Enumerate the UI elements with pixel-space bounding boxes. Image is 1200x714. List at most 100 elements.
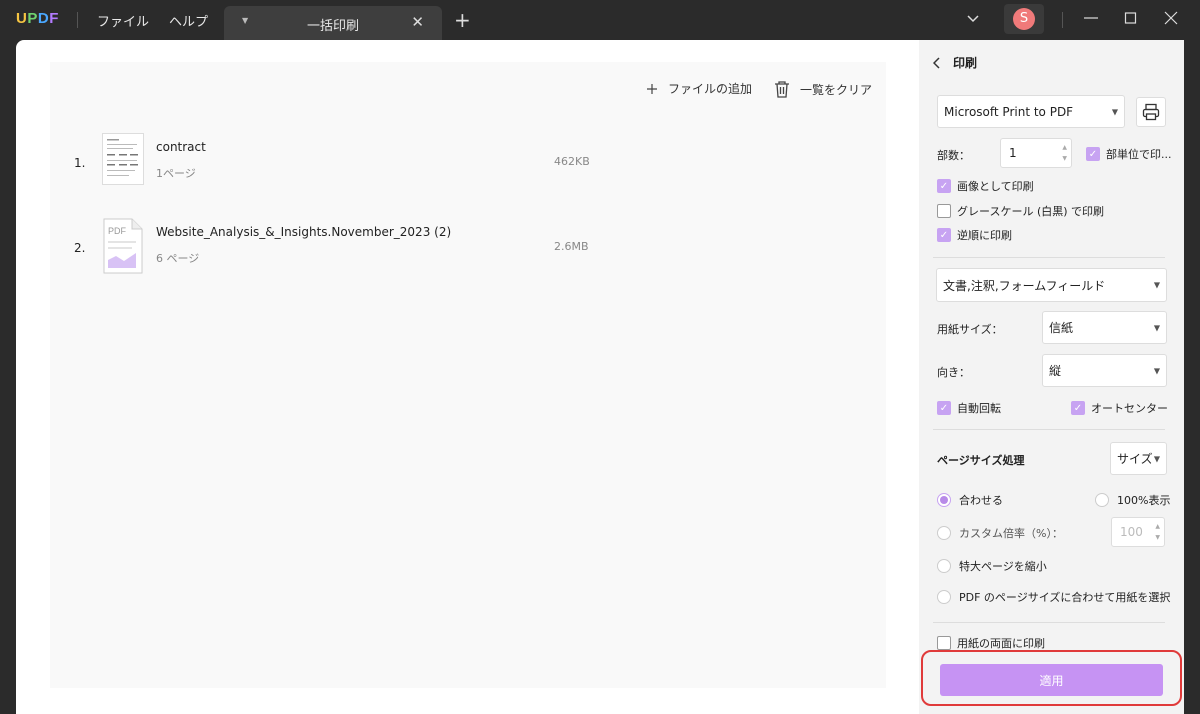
actual-size-radio[interactable]: 100%表示: [1095, 492, 1170, 508]
shrink-oversized-radio[interactable]: 特大ページを縮小: [937, 558, 1047, 574]
list-item[interactable]: 1. contract 1ページ 462KB: [50, 128, 886, 198]
clear-list-button[interactable]: 一覧をクリア: [774, 80, 872, 98]
collate-checkbox[interactable]: ✓ 部単位で印...: [1086, 146, 1172, 162]
menu-file[interactable]: ファイル: [97, 11, 149, 30]
caret-icon: ▼: [1153, 323, 1160, 332]
actual-size-label: 100%表示: [1117, 494, 1171, 507]
checkmark-icon: ✓: [1071, 401, 1085, 415]
duplex-label: 用紙の両面に印刷: [957, 637, 1045, 650]
clear-list-label: 一覧をクリア: [800, 82, 873, 97]
auto-rotate-checkbox[interactable]: ✓ 自動回転: [937, 400, 1001, 416]
orientation-value: 縦: [1049, 364, 1062, 378]
fit-radio[interactable]: 合わせる: [937, 492, 1003, 508]
page-size-handling-heading: ページサイズ処理: [937, 454, 1025, 467]
radio-empty-icon: [937, 590, 951, 604]
stepper-arrows-icon[interactable]: ▲ ▼: [1155, 521, 1160, 543]
printer-select[interactable]: Microsoft Print to PDF ▼: [937, 95, 1125, 128]
caret-icon: ▼: [1111, 107, 1118, 116]
account-button[interactable]: S: [1004, 4, 1044, 34]
auto-center-checkbox[interactable]: ✓ オートセンター: [1071, 400, 1168, 416]
file-size: 462KB: [554, 155, 590, 168]
minimize-icon[interactable]: [1083, 8, 1099, 28]
file-name: contract: [156, 140, 206, 154]
radio-empty-icon: [937, 559, 951, 573]
title-divider: [77, 12, 78, 28]
duplex-checkbox[interactable]: 用紙の両面に印刷: [937, 635, 1045, 651]
orientation-select[interactable]: 縦 ▼: [1042, 354, 1167, 387]
paper-size-label: 用紙サイズ：: [937, 323, 1003, 336]
divider: [933, 257, 1165, 258]
file-size: 2.6MB: [554, 240, 589, 253]
page-size-mode-value: サイズ: [1117, 452, 1153, 466]
choose-paper-label: PDF のページサイズに合わせて用紙を選択: [959, 591, 1171, 604]
custom-scale-label: カスタム倍率（%）：: [959, 527, 1063, 540]
orientation-label: 向き：: [937, 366, 970, 379]
page-count: 6 ページ: [156, 252, 200, 265]
choose-paper-radio[interactable]: PDF のページサイズに合わせて用紙を選択: [937, 589, 1170, 605]
shrink-oversized-label: 特大ページを縮小: [959, 560, 1047, 573]
checkbox-empty-icon: [937, 204, 951, 218]
custom-scale-stepper[interactable]: 100 ▲ ▼: [1111, 517, 1165, 547]
caret-icon: ▼: [1153, 366, 1160, 375]
tab-title: 一括印刷: [306, 19, 359, 34]
caret-icon: ▼: [1153, 454, 1160, 463]
radio-empty-icon: [1095, 493, 1109, 507]
reverse-order-label: 逆順に印刷: [957, 229, 1012, 242]
chevron-down-icon[interactable]: [966, 10, 980, 28]
avatar: S: [1013, 8, 1035, 30]
radio-selected-icon: [937, 493, 951, 507]
checkmark-icon: ✓: [937, 179, 951, 193]
add-file-label: ファイルの追加: [668, 82, 753, 96]
list-item[interactable]: 2. PDF Website_Analysis_&_Insights.Novem…: [50, 213, 886, 283]
apply-button[interactable]: 適用: [940, 664, 1163, 696]
checkmark-icon: ✓: [937, 228, 951, 242]
custom-scale-value: 100: [1120, 525, 1143, 539]
caret-icon: ▼: [1153, 280, 1160, 290]
menu-help[interactable]: ヘルプ: [169, 11, 208, 30]
maximize-icon[interactable]: [1124, 8, 1138, 28]
radio-empty-icon: [937, 526, 951, 540]
new-tab-icon[interactable]: +: [454, 8, 471, 32]
print-content-value: 文書,注釈,フォームフィールド: [943, 278, 1106, 293]
paper-size-select[interactable]: 信紙 ▼: [1042, 311, 1167, 344]
tab-batch-print[interactable]: ▼ 一括印刷 ✕: [224, 6, 442, 40]
window-divider: [1062, 12, 1063, 28]
document-thumbnail: [102, 133, 144, 185]
auto-center-label: オートセンター: [1091, 402, 1168, 415]
reverse-order-checkbox[interactable]: ✓ 逆順に印刷: [937, 227, 1012, 243]
chevron-left-icon: [933, 56, 940, 69]
back-button[interactable]: 印刷: [933, 54, 977, 71]
divider: [933, 622, 1165, 623]
pdf-file-icon: PDF: [102, 218, 144, 274]
add-file-button[interactable]: ファイルの追加: [646, 80, 752, 97]
stepper-arrows-icon[interactable]: ▲ ▼: [1062, 142, 1067, 164]
grayscale-checkbox[interactable]: グレースケール (白黒) で印刷: [937, 203, 1104, 219]
checkbox-empty-icon: [937, 636, 951, 650]
title-bar: UPDF ファイル ヘルプ ▼ 一括印刷 ✕ + S: [0, 0, 1200, 40]
fit-label: 合わせる: [959, 494, 1003, 507]
close-window-icon[interactable]: [1164, 8, 1178, 28]
custom-scale-radio[interactable]: カスタム倍率（%）：: [937, 525, 1063, 541]
print-content-select[interactable]: 文書,注釈,フォームフィールド ▼: [936, 268, 1167, 302]
trash-icon: [775, 81, 789, 98]
updf-logo: UPDF: [16, 10, 59, 27]
checkmark-icon: ✓: [1086, 147, 1100, 161]
print-as-image-checkbox[interactable]: ✓ 画像として印刷: [937, 178, 1034, 194]
item-number: 2.: [74, 241, 86, 255]
page-count: 1ページ: [156, 167, 196, 180]
printer-icon: [1142, 103, 1160, 121]
main-content: ファイルの追加 一覧をクリア 1. contract 1ページ 462KB 2.…: [16, 40, 919, 714]
checkmark-icon: ✓: [937, 401, 951, 415]
printer-properties-button[interactable]: [1136, 97, 1166, 127]
copies-value: 1: [1009, 146, 1017, 160]
auto-rotate-label: 自動回転: [957, 402, 1001, 415]
copies-stepper[interactable]: 1 ▲ ▼: [1000, 138, 1072, 168]
file-list-area: ファイルの追加 一覧をクリア 1. contract 1ページ 462KB 2.…: [50, 62, 886, 688]
copies-label: 部数：: [937, 149, 970, 162]
page-size-mode-select[interactable]: サイズ ▼: [1110, 442, 1167, 475]
printer-value: Microsoft Print to PDF: [944, 104, 1074, 119]
file-name: Website_Analysis_&_Insights.November_202…: [156, 225, 452, 239]
plus-icon: [647, 83, 657, 94]
print-as-image-label: 画像として印刷: [957, 180, 1034, 193]
tab-close-icon[interactable]: ✕: [411, 13, 424, 31]
